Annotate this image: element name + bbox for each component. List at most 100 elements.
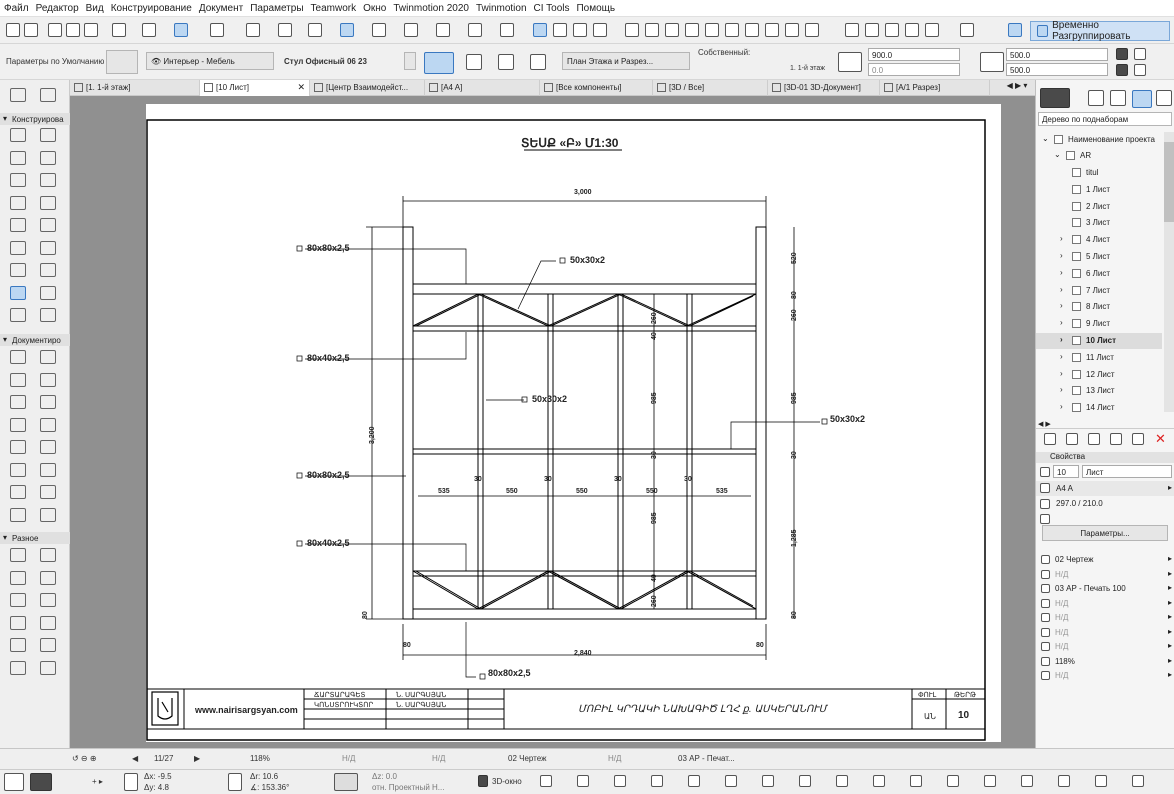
elevation-icon[interactable] bbox=[665, 23, 679, 37]
ref-level[interactable]: отн. Проектный Н... bbox=[372, 783, 444, 792]
guide-icon[interactable] bbox=[112, 23, 126, 37]
menu-item[interactable]: Twinmotion bbox=[476, 3, 527, 14]
flip-icon-2[interactable] bbox=[1134, 64, 1146, 76]
tree-item[interactable]: › 14 Лист bbox=[1036, 400, 1162, 416]
object-tool-icon[interactable] bbox=[10, 285, 26, 300]
zone-icon[interactable] bbox=[436, 23, 450, 37]
slab-tool-icon[interactable] bbox=[40, 150, 56, 165]
section-icon[interactable] bbox=[645, 23, 659, 37]
view-tab[interactable]: [3D / Все] bbox=[653, 80, 768, 96]
tabs-scroll[interactable]: ◀ ▶ ▾ bbox=[1000, 81, 1034, 95]
property-row[interactable]: 118% ▸ bbox=[1036, 655, 1174, 670]
navigator-menu-icon[interactable] bbox=[1040, 88, 1070, 108]
roof-tool-icon[interactable] bbox=[10, 218, 26, 232]
schedule-icon[interactable] bbox=[765, 23, 779, 37]
property-row[interactable]: Н/Д ▸ bbox=[1036, 640, 1174, 655]
section-document[interactable]: Документиро bbox=[0, 334, 70, 346]
shell-tool-icon[interactable] bbox=[40, 218, 56, 232]
tool-icon[interactable] bbox=[40, 308, 56, 322]
camera-icon[interactable] bbox=[947, 775, 959, 787]
view-tab[interactable]: [10 Лист] ✕ bbox=[200, 80, 310, 96]
drawing-canvas[interactable]: ՏԵՍՔ «Բ» Մ1:30 80x80x2,5 80x40x2,5 80x80x2… bbox=[70, 96, 1035, 748]
walk-icon[interactable] bbox=[845, 23, 859, 37]
wall-icon[interactable] bbox=[960, 23, 974, 37]
trace-ref-icon[interactable] bbox=[553, 23, 567, 37]
angle-dim-tool-icon[interactable] bbox=[40, 593, 56, 607]
label-tool-icon[interactable] bbox=[40, 372, 56, 387]
parameters-button[interactable]: Параметры... bbox=[1042, 525, 1168, 541]
cut-icon[interactable] bbox=[799, 775, 811, 787]
circle-tool-icon[interactable] bbox=[10, 417, 26, 432]
spline-dim-tool-icon[interactable] bbox=[10, 615, 26, 630]
walk-icon-2[interactable] bbox=[651, 775, 663, 787]
property-row[interactable]: 03 АР - Печать 100 ▸ bbox=[1036, 582, 1174, 597]
view-tab[interactable]: [A4 A] bbox=[425, 80, 540, 96]
stair-tool-icon[interactable] bbox=[10, 195, 26, 210]
worksheet-tool-icon[interactable] bbox=[40, 485, 56, 499]
magic-wand-icon[interactable] bbox=[30, 773, 52, 791]
layer-combo-icon[interactable] bbox=[278, 23, 292, 37]
menu-item[interactable]: Вид bbox=[86, 3, 104, 14]
ruler-icon[interactable] bbox=[984, 775, 996, 787]
property-row[interactable]: Н/Д ▸ bbox=[1036, 568, 1174, 583]
radial-dim-tool-icon[interactable] bbox=[10, 593, 26, 607]
eyedropper-icon[interactable] bbox=[66, 23, 80, 37]
update-icon[interactable] bbox=[1132, 433, 1144, 445]
line-tool-icon[interactable] bbox=[40, 395, 56, 409]
view-tab[interactable]: [3D-01 3D-Документ] bbox=[768, 80, 880, 96]
box-icon[interactable] bbox=[540, 775, 552, 787]
figure-tool-icon[interactable] bbox=[40, 570, 56, 585]
dimension-tool-icon[interactable] bbox=[10, 350, 26, 364]
undo-icon[interactable] bbox=[6, 23, 20, 37]
curtain-wall-tool-icon[interactable] bbox=[10, 240, 26, 255]
view-tab[interactable]: [Все компоненты] bbox=[540, 80, 653, 96]
menu-item[interactable]: Редактор bbox=[36, 3, 79, 14]
tree-project[interactable]: ⌄ Наименование проекта bbox=[1036, 132, 1162, 148]
section-tool-icon[interactable] bbox=[10, 462, 26, 477]
lamp-tool-icon[interactable] bbox=[40, 548, 56, 562]
menu-item[interactable]: Параметры bbox=[250, 3, 303, 14]
spline-tool-icon[interactable] bbox=[10, 440, 26, 454]
grid-icon[interactable] bbox=[210, 23, 224, 37]
arrow-tool-icon[interactable] bbox=[48, 23, 62, 37]
tree-folder[interactable]: ⌄ AR bbox=[1036, 148, 1162, 164]
change-tool-icon[interactable] bbox=[10, 507, 26, 522]
prop-id-field[interactable]: 10 bbox=[1053, 465, 1079, 478]
chevron-right-icon[interactable]: › bbox=[1060, 318, 1063, 327]
pan-icon[interactable] bbox=[1021, 775, 1033, 787]
properties-header[interactable]: Свойства bbox=[1036, 452, 1174, 463]
railing-tool-icon[interactable] bbox=[40, 195, 56, 210]
mirror-icon[interactable] bbox=[466, 54, 482, 70]
zone-tool-icon[interactable] bbox=[40, 285, 56, 300]
index-icon[interactable] bbox=[785, 23, 799, 37]
syringe-icon[interactable] bbox=[84, 23, 98, 37]
dimension-icon[interactable] bbox=[468, 23, 482, 37]
tree-item[interactable]: 1 Лист bbox=[1036, 182, 1162, 198]
grid-tool-icon[interactable] bbox=[10, 548, 26, 562]
interior-elevation-icon[interactable] bbox=[745, 23, 759, 37]
publish-icon[interactable] bbox=[905, 23, 919, 37]
mesh-tool-icon[interactable] bbox=[40, 263, 56, 277]
cube-icon[interactable] bbox=[577, 775, 589, 787]
column-tool-icon[interactable] bbox=[40, 128, 56, 142]
property-row[interactable]: 02 Чертеж ▸ bbox=[1036, 553, 1174, 568]
partial-structure-icon[interactable] bbox=[372, 23, 386, 37]
plus-icon[interactable]: + ▸ bbox=[92, 777, 103, 786]
chevron-right-icon[interactable]: › bbox=[1060, 335, 1063, 344]
renovation-icon[interactable] bbox=[308, 23, 322, 37]
tool-icon[interactable] bbox=[10, 308, 26, 322]
view-map-icon[interactable] bbox=[1110, 90, 1126, 106]
axes-icon[interactable] bbox=[614, 775, 626, 787]
chevron-right-icon[interactable]: › bbox=[1060, 251, 1063, 260]
3d-view-icon[interactable] bbox=[625, 23, 639, 37]
worksheet-icon[interactable] bbox=[685, 23, 699, 37]
text-style-icon[interactable] bbox=[500, 23, 514, 37]
chevron-right-icon[interactable]: › bbox=[1060, 402, 1063, 411]
polyline-tool-icon[interactable] bbox=[40, 417, 56, 432]
tree-item[interactable]: › 13 Лист bbox=[1036, 383, 1162, 399]
chevron-right-icon[interactable]: › bbox=[1060, 268, 1063, 277]
show-hide-icon[interactable] bbox=[573, 23, 587, 37]
bimx-icon[interactable] bbox=[925, 23, 939, 37]
property-row[interactable]: Н/Д ▸ bbox=[1036, 626, 1174, 641]
delete-icon[interactable]: ✕ bbox=[1155, 431, 1166, 447]
